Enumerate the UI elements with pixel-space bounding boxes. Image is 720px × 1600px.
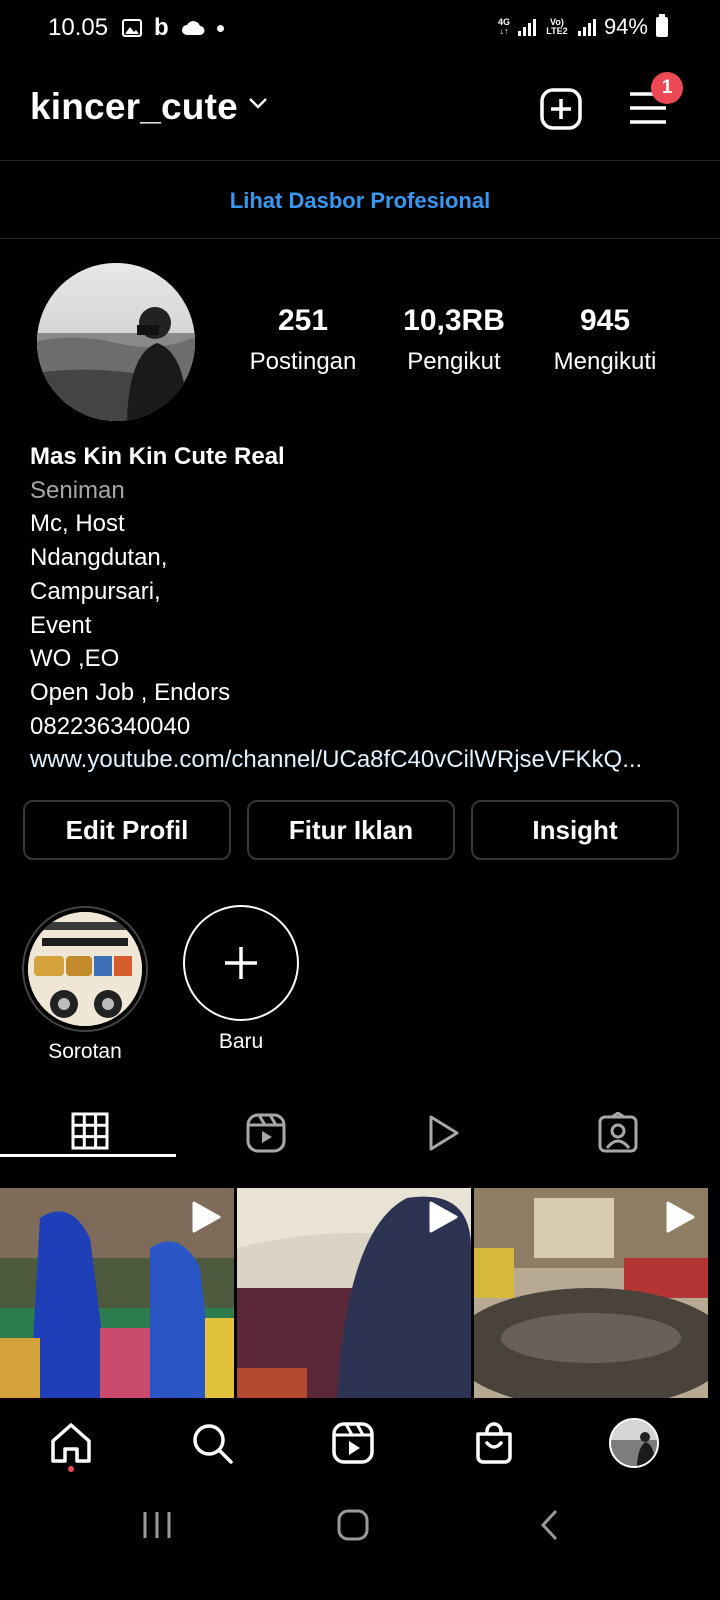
nav-home[interactable] xyxy=(46,1418,96,1468)
active-tab-indicator xyxy=(0,1154,176,1157)
following-label: Mengikuti xyxy=(553,348,657,375)
cloud-icon xyxy=(181,21,205,35)
nav-search[interactable] xyxy=(187,1418,237,1468)
bio-line: Open Job , Endors xyxy=(30,678,231,706)
profile-avatar[interactable] xyxy=(37,263,195,421)
signal2-icon xyxy=(577,18,596,36)
profile-name: Mas Kin Kin Cute Real xyxy=(30,443,285,470)
recent-apps-icon[interactable] xyxy=(140,1510,174,1540)
edit-profile-button[interactable]: Edit Profil xyxy=(23,800,231,860)
nav-reels[interactable] xyxy=(328,1418,378,1468)
chevron-down-icon[interactable] xyxy=(248,96,268,110)
status-bar: 10.05 b 4G ↓↑ Vo) LTE2 94% xyxy=(0,0,720,58)
nav-shop[interactable] xyxy=(469,1418,519,1468)
posts-stat[interactable]: 251 Postingan xyxy=(228,304,378,376)
bio-link[interactable]: www.youtube.com/channel/UCa8fC40vCilWRjs… xyxy=(30,743,690,777)
followers-stat[interactable]: 10,3RB Pengikut xyxy=(379,304,529,376)
bio-line: Event xyxy=(30,611,92,639)
home-icon xyxy=(51,1423,91,1463)
app-b-icon: b xyxy=(154,14,169,41)
grid-icon xyxy=(71,1112,109,1150)
divider xyxy=(0,238,720,239)
reels-icon xyxy=(246,1113,286,1153)
search-icon xyxy=(193,1424,233,1464)
bio-line: Mc, Host xyxy=(30,510,125,538)
profile-category: Seniman xyxy=(30,476,125,504)
battery-percent: 94% xyxy=(603,14,648,39)
posts-label: Postingan xyxy=(249,348,357,375)
bio-phone: 082236340040 xyxy=(30,712,191,740)
create-post-icon[interactable] xyxy=(540,88,582,130)
insight-button[interactable]: Insight xyxy=(471,800,679,860)
username-title[interactable]: kincer_cute xyxy=(30,86,238,128)
highlight-thumbnail xyxy=(28,912,142,1026)
plus-icon xyxy=(225,947,257,979)
posts-count: 251 xyxy=(277,304,329,337)
ad-tools-button[interactable]: Fitur Iklan xyxy=(247,800,455,860)
followers-label: Pengikut xyxy=(407,348,501,375)
home-button-icon[interactable] xyxy=(336,1508,370,1542)
professional-dashboard-link[interactable]: Lihat Dasbor Profesional xyxy=(0,162,720,240)
network-type: 4G ↓↑ xyxy=(497,17,510,36)
volte-label: Vo) LTE2 xyxy=(546,17,568,36)
notification-badge: 1 xyxy=(651,72,683,104)
tab-reels[interactable] xyxy=(176,1112,356,1172)
post-tile[interactable] xyxy=(0,1188,234,1398)
new-highlight-label: Baru xyxy=(218,1030,264,1053)
reels-icon xyxy=(332,1422,374,1464)
bio-line: Ndangdutan, xyxy=(30,544,168,572)
home-activity-dot xyxy=(68,1466,74,1472)
system-navigation-bar xyxy=(0,1484,720,1600)
bio-line: Campursari, xyxy=(30,577,161,605)
post-tile[interactable] xyxy=(237,1188,471,1398)
signal-icon xyxy=(517,18,536,36)
shop-icon xyxy=(476,1422,512,1464)
reel-play-icon xyxy=(429,1201,458,1233)
bio-line: WO ,EO xyxy=(30,645,120,673)
tab-tagged[interactable] xyxy=(528,1112,708,1172)
status-notification-icons: b xyxy=(122,14,224,42)
profile-avatar-small xyxy=(609,1418,659,1468)
gallery-icon xyxy=(122,19,142,37)
new-highlight-button[interactable] xyxy=(183,905,299,1021)
following-stat[interactable]: 945 Mengikuti xyxy=(530,304,680,376)
profile-bio: Mas Kin Kin Cute Real Seniman Mc, Host N… xyxy=(30,440,690,777)
post-tile[interactable] xyxy=(474,1188,708,1398)
battery-icon xyxy=(656,14,668,37)
highlight-label: Sorotan xyxy=(48,1040,122,1063)
highlight-image xyxy=(28,912,142,1026)
back-icon[interactable] xyxy=(538,1508,562,1542)
divider xyxy=(0,160,720,161)
reel-play-icon xyxy=(666,1201,695,1233)
dot-icon xyxy=(216,24,224,32)
highlight-sorotan[interactable] xyxy=(22,906,148,1032)
followers-count: 10,3RB xyxy=(403,304,505,337)
avatar-image xyxy=(37,263,195,421)
tagged-icon xyxy=(598,1112,638,1153)
reel-play-icon xyxy=(192,1201,221,1233)
video-icon xyxy=(429,1115,459,1151)
status-time: 10.05 xyxy=(48,14,109,41)
avatar-thumb xyxy=(611,1420,657,1466)
status-system-icons: 4G ↓↑ Vo) LTE2 94% xyxy=(498,14,668,40)
following-count: 945 xyxy=(579,304,631,337)
network-label: 4G xyxy=(497,17,510,27)
tab-grid[interactable] xyxy=(0,1112,180,1172)
nav-profile[interactable] xyxy=(609,1418,659,1468)
tab-videos[interactable] xyxy=(352,1112,532,1172)
